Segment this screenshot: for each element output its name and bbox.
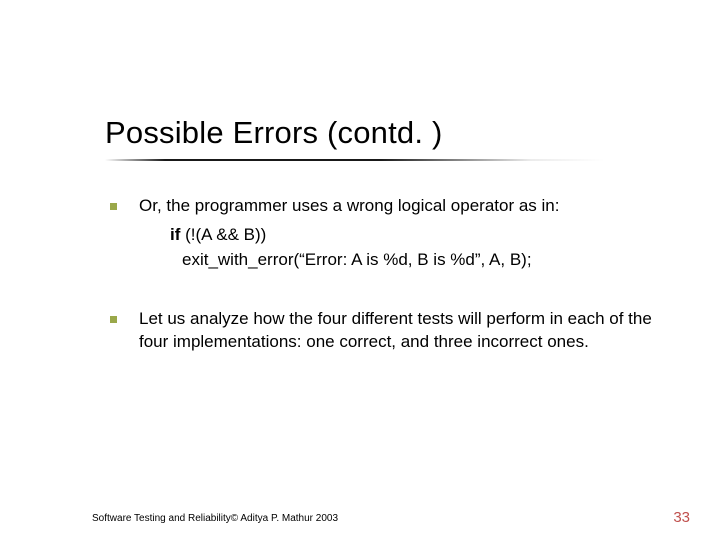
bullet-text: Let us analyze how the four different te…	[139, 308, 660, 354]
page-number: 33	[673, 509, 690, 526]
bullet-marker-icon	[110, 203, 117, 210]
slide: Possible Errors (contd. ) Or, the progra…	[0, 0, 720, 540]
code-condition: (!(A && B))	[180, 225, 266, 244]
title-underline	[105, 159, 605, 161]
code-line: exit_with_error(“Error: A is %d, B is %d…	[182, 249, 660, 272]
bullet-text: Or, the programmer uses a wrong logical …	[139, 195, 660, 218]
keyword-if: if	[170, 225, 180, 244]
bullet-item: Or, the programmer uses a wrong logical …	[110, 195, 660, 218]
footer-text: Software Testing and Reliability© Aditya…	[92, 513, 338, 524]
bullet-item: Let us analyze how the four different te…	[110, 308, 660, 354]
slide-title: Possible Errors (contd. )	[105, 115, 443, 151]
code-line: if (!(A && B))	[170, 224, 660, 247]
bullet-marker-icon	[110, 316, 117, 323]
slide-body: Or, the programmer uses a wrong logical …	[110, 195, 660, 360]
